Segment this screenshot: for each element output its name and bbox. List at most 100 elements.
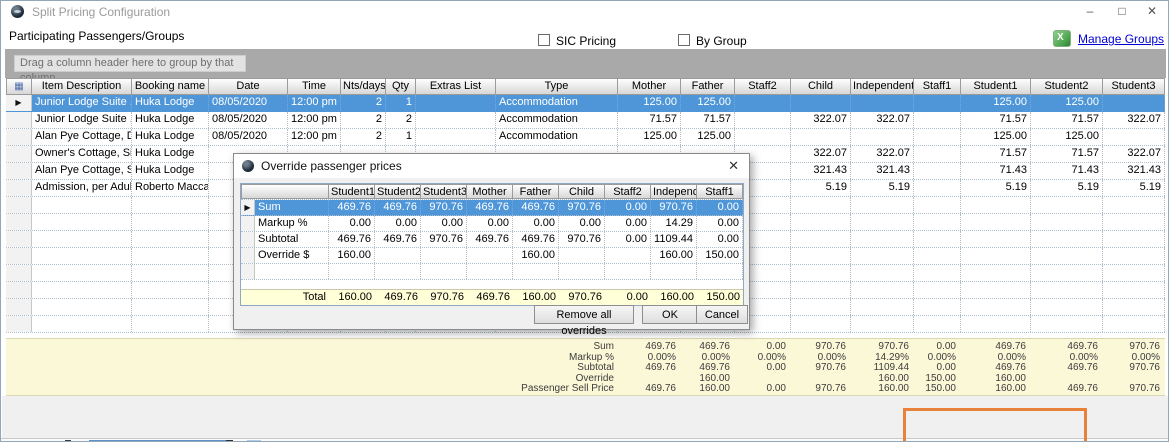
cell[interactable]: Huka Lodge [132, 146, 209, 162]
cell[interactable] [791, 129, 851, 145]
cell[interactable]: 71.57 [961, 146, 1031, 162]
cell[interactable]: 321.43 [851, 163, 914, 179]
cell[interactable]: Owner's Cottage, Single [32, 146, 132, 162]
cell[interactable]: 71.57 [961, 112, 1031, 128]
dialog-row[interactable]: Subtotal469.76469.76970.76469.76469.7697… [241, 232, 743, 248]
cell[interactable]: 5.19 [1103, 180, 1165, 196]
dialog-value-cell[interactable]: 160.00 [329, 248, 375, 263]
cell[interactable]: 125.00 [681, 95, 735, 111]
cell[interactable]: 125.00 [1031, 95, 1103, 111]
dialog-value-cell[interactable]: 150.00 [697, 248, 743, 263]
column-header[interactable]: Father [681, 78, 735, 95]
column-header[interactable]: Item Description [32, 78, 132, 95]
cell[interactable]: 322.07 [1103, 146, 1165, 162]
cell[interactable]: 1 [386, 129, 416, 145]
dialog-value-cell[interactable]: 469.76 [375, 232, 421, 247]
dialog-value-cell[interactable]: 970.76 [559, 200, 605, 215]
cell[interactable]: Huka Lodge [132, 112, 209, 128]
cell[interactable]: Admission, per Adult (up to.. [32, 180, 132, 196]
close-window-button[interactable]: ✕ [1142, 3, 1162, 20]
cell[interactable] [851, 95, 914, 111]
column-header[interactable]: Time [288, 78, 341, 95]
cell[interactable]: Alan Pye Cottage, Double [32, 129, 132, 145]
cell[interactable]: 125.00 [681, 129, 735, 145]
dialog-value-cell[interactable] [467, 248, 513, 263]
dialog-value-cell[interactable]: 469.76 [329, 232, 375, 247]
cell[interactable]: 322.07 [1103, 112, 1165, 128]
column-header[interactable]: Student2 [1031, 78, 1103, 95]
cell[interactable]: 125.00 [618, 129, 681, 145]
cell[interactable] [416, 129, 496, 145]
cell[interactable] [914, 180, 961, 196]
cell[interactable] [851, 129, 914, 145]
dialog-value-cell[interactable]: 469.76 [467, 200, 513, 215]
cell[interactable] [914, 95, 961, 111]
cell[interactable]: 322.07 [791, 146, 851, 162]
table-row[interactable]: Alan Pye Cottage, DoubleHuka Lodge08/05/… [6, 129, 1165, 146]
column-header[interactable]: Mother [618, 78, 681, 95]
cell[interactable]: 1 [386, 95, 416, 111]
cell[interactable]: Roberto Maccari [132, 180, 209, 196]
dialog-column-header[interactable]: Student3 [421, 184, 467, 199]
dialog-value-cell[interactable]: 970.76 [421, 200, 467, 215]
cell[interactable]: 2 [386, 112, 416, 128]
dialog-value-cell[interactable]: 0.00 [375, 216, 421, 231]
cell[interactable] [1103, 95, 1165, 111]
sic-pricing-checkbox[interactable] [538, 34, 550, 46]
dialog-column-header[interactable]: Child [559, 184, 605, 199]
dialog-column-header[interactable]: Mother [467, 184, 513, 199]
cell[interactable]: 2 [341, 112, 386, 128]
dialog-column-header[interactable]: Staff1 [697, 184, 743, 199]
cell[interactable]: 2 [341, 129, 386, 145]
cell[interactable]: Junior Lodge Suite , Double [32, 95, 132, 111]
dialog-value-cell[interactable]: 14.29 [651, 216, 697, 231]
minimize-button[interactable]: – [1080, 3, 1100, 20]
cell[interactable] [735, 112, 791, 128]
column-chooser-cell[interactable]: ▦ [6, 78, 32, 95]
dialog-value-cell[interactable]: 0.00 [605, 216, 651, 231]
cell[interactable]: Alan Pye Cottage, Single [32, 163, 132, 179]
cell[interactable]: Accommodation [496, 112, 618, 128]
dialog-row[interactable]: Override $160.00160.00160.00150.00 [241, 248, 743, 264]
cell[interactable]: 08/05/2020 [209, 129, 288, 145]
cell[interactable]: 5.19 [851, 180, 914, 196]
cell[interactable]: 125.00 [1031, 129, 1103, 145]
dialog-value-cell[interactable]: 0.00 [467, 216, 513, 231]
cell[interactable]: 125.00 [961, 95, 1031, 111]
dialog-value-cell[interactable]: 0.00 [605, 200, 651, 215]
dialog-value-cell[interactable]: 0.00 [513, 216, 559, 231]
manage-groups-link[interactable]: Manage Groups [1078, 32, 1164, 46]
cell[interactable]: 321.43 [1103, 163, 1165, 179]
dialog-column-header[interactable]: Student2 [375, 184, 421, 199]
cell[interactable]: 125.00 [961, 129, 1031, 145]
cell[interactable]: Junior Lodge Suite . Single [32, 112, 132, 128]
column-header[interactable]: Child [791, 78, 851, 95]
cell[interactable]: 08/05/2020 [209, 112, 288, 128]
cell[interactable]: 125.00 [618, 95, 681, 111]
column-header[interactable]: Staff1 [914, 78, 961, 95]
cell[interactable] [735, 129, 791, 145]
cancel-button[interactable]: Cancel [696, 305, 748, 324]
dialog-value-cell[interactable]: 970.76 [559, 232, 605, 247]
dialog-close-icon[interactable]: ✕ [728, 158, 739, 174]
cell[interactable]: 12:00 pm [288, 95, 341, 111]
dialog-value-cell[interactable]: 469.76 [513, 232, 559, 247]
cell[interactable]: 08/05/2020 [209, 95, 288, 111]
dialog-corner-cell[interactable] [241, 184, 329, 199]
dialog-value-cell[interactable] [605, 248, 651, 263]
cell[interactable]: 12:00 pm [288, 129, 341, 145]
cell[interactable]: 12:00 pm [288, 112, 341, 128]
dialog-value-cell[interactable] [421, 248, 467, 263]
dialog-value-cell[interactable] [375, 248, 421, 263]
dialog-value-cell[interactable]: 0.00 [329, 216, 375, 231]
cell[interactable] [914, 129, 961, 145]
cell[interactable]: 321.43 [791, 163, 851, 179]
cell[interactable]: 71.43 [1031, 163, 1103, 179]
cell[interactable] [914, 146, 961, 162]
ok-button[interactable]: OK [642, 305, 698, 324]
remove-all-overrides-button[interactable]: Remove all overrides [534, 305, 634, 324]
maximize-button[interactable]: □ [1112, 3, 1132, 20]
cell[interactable]: 71.57 [618, 112, 681, 128]
cell[interactable] [914, 112, 961, 128]
dialog-value-cell[interactable]: 0.00 [697, 232, 743, 247]
